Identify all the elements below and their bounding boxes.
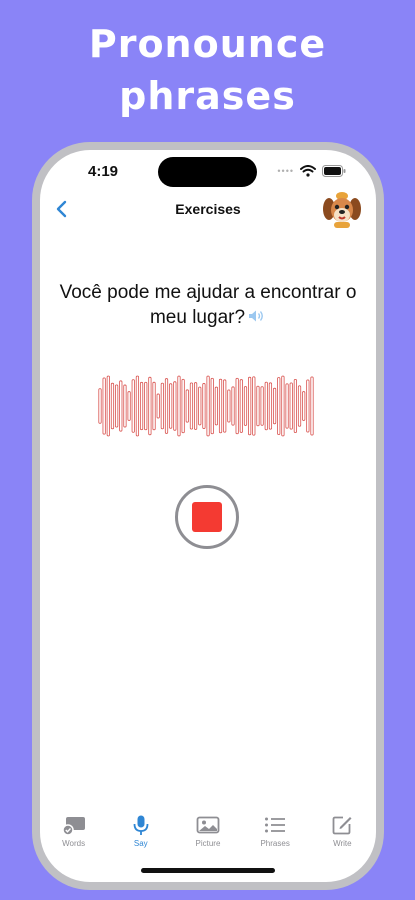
headline-line-2: phrases xyxy=(119,74,296,118)
waveform-bar xyxy=(260,386,264,426)
photo-icon xyxy=(196,816,220,834)
waveform-bar xyxy=(177,375,181,437)
waveform-bar xyxy=(256,385,260,427)
compose-icon xyxy=(332,816,352,835)
waveform-bar xyxy=(156,393,160,419)
waveform-bar xyxy=(169,383,173,429)
waveform-bar xyxy=(110,382,115,430)
tab-label: Phrases xyxy=(260,839,290,848)
waveform-bar xyxy=(173,381,177,431)
waveform-bar xyxy=(264,381,268,431)
waveform-bar xyxy=(227,389,231,423)
tab-label: Words xyxy=(62,839,86,848)
tab-label: Say xyxy=(133,839,148,848)
speaker-icon[interactable] xyxy=(248,305,266,330)
tab-picture[interactable]: Picture xyxy=(179,814,237,854)
waveform-bar xyxy=(231,386,235,426)
waveform-bar xyxy=(189,382,194,430)
waveform-bar xyxy=(185,389,189,423)
waveform-bar xyxy=(135,375,140,437)
waveform-bar xyxy=(202,383,206,429)
waveform-bar xyxy=(235,377,239,435)
waveform-bar xyxy=(252,376,256,436)
waveform-bar xyxy=(119,380,123,432)
waveform-bar xyxy=(102,377,106,435)
list-icon xyxy=(265,817,286,833)
cards-icon xyxy=(61,817,85,836)
waveform-bar xyxy=(289,382,293,430)
waveform-bar xyxy=(223,379,227,433)
waveform-bar xyxy=(297,385,302,427)
status-time: 4:19 xyxy=(88,163,119,180)
headline-line-1: Pronounce xyxy=(88,22,327,66)
waveform-bar xyxy=(302,391,306,421)
phone-screen: 4:19 •••• Exercises Você pode me ajudar … xyxy=(40,150,376,882)
waveform-bar xyxy=(164,378,169,434)
waveform-bar xyxy=(281,375,285,437)
dog-mascot-icon[interactable] xyxy=(322,190,362,230)
battery-icon xyxy=(322,165,346,177)
status-icons: •••• xyxy=(277,165,346,177)
waveform-bar xyxy=(181,378,185,434)
tab-phrases[interactable]: Phrases xyxy=(246,814,304,854)
signal-icon: •••• xyxy=(277,166,294,176)
waveform-bar xyxy=(243,386,248,426)
waveform-bar xyxy=(106,375,110,437)
waveform-bar xyxy=(144,381,148,431)
waveform-bar xyxy=(127,391,131,421)
tab-bar: Words Say Picture Phrases Write xyxy=(40,814,376,854)
tab-label: Picture xyxy=(195,839,221,848)
microphone-icon xyxy=(133,815,149,835)
waveform-bar xyxy=(206,375,210,437)
waveform-bar xyxy=(310,376,314,436)
waveform-bar xyxy=(123,384,127,428)
waveform-bar xyxy=(248,376,252,436)
waveform-bar xyxy=(277,377,281,435)
waveform-bar xyxy=(293,378,297,434)
waveform-bar xyxy=(210,377,214,435)
dynamic-island xyxy=(158,157,257,187)
waveform-bar xyxy=(152,381,156,431)
waveform-bar xyxy=(194,382,198,430)
waveform-bar xyxy=(148,376,152,436)
waveform-bar xyxy=(115,384,119,428)
waveform-bar xyxy=(98,388,102,424)
stop-icon xyxy=(192,502,222,532)
waveform-bar xyxy=(160,382,164,430)
waveform-bar xyxy=(218,378,223,434)
waveform-bar xyxy=(306,379,310,433)
waveform-bar xyxy=(239,379,243,433)
tab-label: Write xyxy=(333,839,352,848)
tab-say[interactable]: Say xyxy=(112,814,170,854)
phrase-text: Você pode me ajudar a encontrar o meu lu… xyxy=(59,282,357,328)
waveform-bar xyxy=(272,387,277,425)
phrase-text-container: Você pode me ajudar a encontrar o meu lu… xyxy=(52,280,364,330)
waveform-bar xyxy=(198,386,202,426)
waveform-bar xyxy=(214,386,218,426)
waveform-bar xyxy=(268,382,273,430)
stop-recording-button[interactable] xyxy=(175,485,239,549)
audio-waveform xyxy=(98,375,314,437)
home-indicator xyxy=(141,868,275,873)
tab-write[interactable]: Write xyxy=(313,814,371,854)
waveform-bar xyxy=(285,383,289,429)
waveform-bar xyxy=(131,379,135,433)
waveform-bar xyxy=(139,381,144,431)
tab-words[interactable]: Words xyxy=(45,814,103,854)
wifi-icon xyxy=(300,165,316,177)
promo-headline: Pronounce phrases xyxy=(0,18,415,122)
